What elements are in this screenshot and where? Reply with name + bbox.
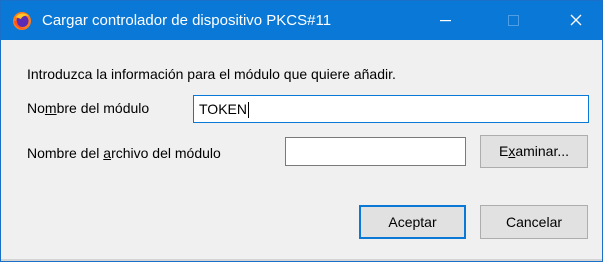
text-caret xyxy=(247,102,249,119)
dialog-body: Introduzca la información para el módulo… xyxy=(1,40,602,261)
close-button[interactable] xyxy=(553,1,599,40)
browse-button[interactable]: Examinar... xyxy=(480,135,588,168)
module-file-input[interactable] xyxy=(285,137,466,166)
maximize-button[interactable] xyxy=(490,1,536,40)
cancel-button[interactable]: Cancelar xyxy=(480,205,588,239)
module-name-label: Nombre del módulo xyxy=(27,100,150,116)
firefox-icon xyxy=(12,11,32,31)
dialog-window: Cargar controlador de dispositivo PKCS#1… xyxy=(0,0,603,262)
accelerator-key: m xyxy=(44,100,57,116)
module-file-label: Nombre del archivo del módulo xyxy=(27,145,221,161)
minimize-icon xyxy=(440,20,451,22)
bottom-divider xyxy=(1,259,602,261)
accelerator-key: a xyxy=(103,145,112,161)
title-bar[interactable]: Cargar controlador de dispositivo PKCS#1… xyxy=(1,1,602,40)
maximize-icon xyxy=(508,15,519,26)
ok-button[interactable]: Aceptar xyxy=(359,205,466,239)
close-icon xyxy=(570,14,582,26)
window-title: Cargar controlador de dispositivo PKCS#1… xyxy=(42,12,332,29)
module-name-input[interactable]: TOKEN xyxy=(193,95,589,123)
minimize-button[interactable] xyxy=(422,1,468,40)
intro-text: Introduzca la información para el módulo… xyxy=(27,66,396,82)
